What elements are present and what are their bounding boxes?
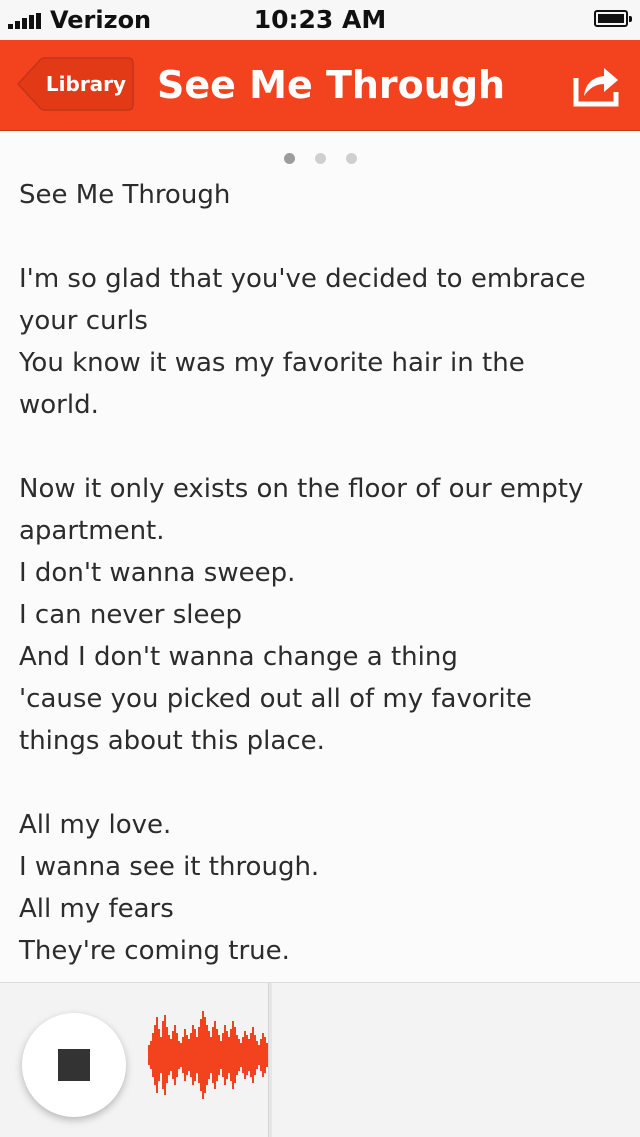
lyric-line: things about this place. (19, 726, 325, 756)
lyric-line: I can never sleep (19, 600, 242, 630)
recording-player-bar (0, 982, 640, 1137)
navigation-bar: Library See Me Through (0, 40, 640, 130)
lyric-line: world. (19, 390, 99, 420)
lyric-line (19, 216, 619, 258)
lyric-line: I wanna see it through. (19, 852, 320, 882)
battery-icon (594, 10, 632, 27)
lyric-line: All my love. (19, 810, 172, 840)
lyric-line: You know it was my favorite hair in the (19, 348, 525, 378)
lyric-line: And I don't wanna change a thing (19, 642, 458, 672)
waveform-icon (148, 1011, 268, 1099)
share-button[interactable] (572, 62, 622, 108)
lyric-line: See Me Through (19, 180, 231, 210)
lyric-line: Now it only exists on the floor of our e… (19, 474, 584, 504)
lyric-line (19, 762, 619, 804)
library-back-button[interactable]: Library (16, 57, 134, 111)
lyric-line (19, 426, 619, 468)
page-dot[interactable] (345, 153, 357, 164)
lyrics-text[interactable]: See Me Through I'm so glad that you've de… (19, 174, 619, 972)
song-title: See Me Through (157, 63, 506, 107)
lyric-line: your curls (19, 306, 148, 336)
status-bar: Verizon 10:23 AM (0, 0, 640, 40)
stop-button[interactable] (22, 1013, 126, 1117)
status-time: 10:23 AM (253, 5, 387, 34)
lyric-line: I'm so glad that you've decided to embra… (19, 264, 586, 294)
back-button-label: Library (45, 72, 127, 96)
page-dot[interactable] (314, 153, 326, 164)
page-dot[interactable] (283, 153, 295, 164)
lyric-line: They're coming true. (19, 936, 290, 966)
lyric-line: I don't wanna sweep. (19, 558, 296, 588)
playhead-divider[interactable] (268, 983, 272, 1137)
stop-icon (58, 1049, 90, 1081)
lyric-line: apartment. (19, 516, 165, 546)
share-icon (573, 68, 619, 107)
lyric-line: All my fears (19, 894, 174, 924)
page-indicator[interactable] (0, 149, 640, 164)
lyric-line: 'cause you picked out all of my favorite (19, 684, 532, 714)
